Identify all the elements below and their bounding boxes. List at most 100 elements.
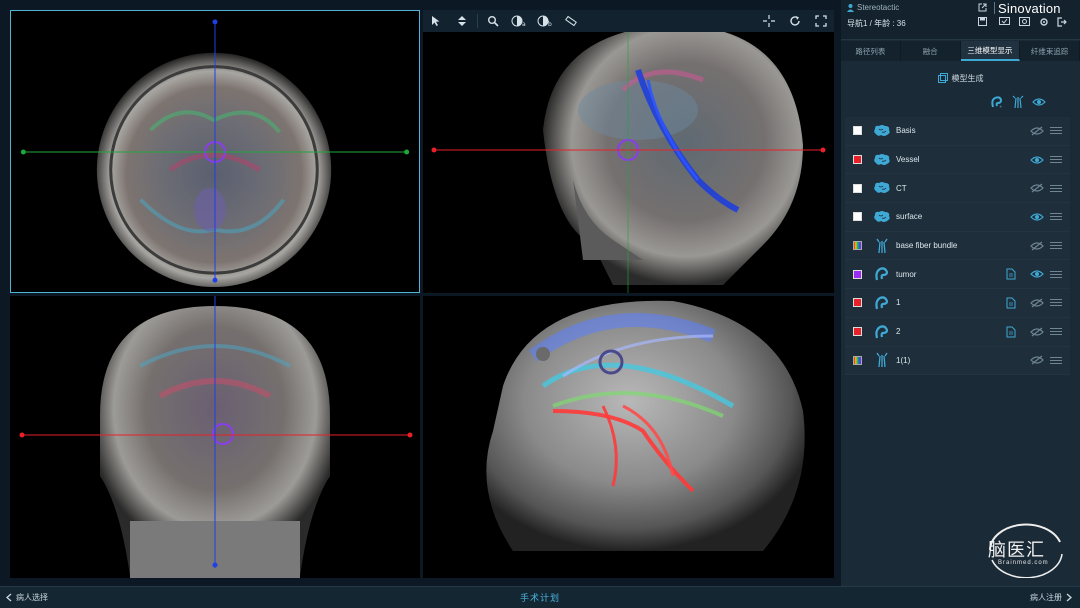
screenshot-icon[interactable] [1019,17,1030,26]
model-color-swatch[interactable] [853,183,862,193]
tab-path-list[interactable]: 路径列表 [841,41,901,61]
fullscreen-icon[interactable] [809,11,833,31]
generate-model-label: 模型生成 [951,73,984,83]
sagittal-image [431,25,826,293]
eye-off-icon[interactable] [1026,183,1048,193]
model-row[interactable]: CT [845,174,1070,204]
model-row[interactable]: 1(1) [845,346,1070,376]
model-row[interactable]: base fiber bundle [845,231,1070,261]
window-level-a-icon[interactable]: a [507,11,531,31]
drag-handle-icon[interactable] [1048,216,1064,218]
save-icon[interactable] [978,17,987,26]
fiber-icon [870,352,894,368]
model-row[interactable]: 2 [845,317,1070,347]
tab-3d-model[interactable]: 三维模型显示 [960,41,1021,61]
bottom-bar: 病人选择 手术计划 病人注册 [0,586,1080,608]
drag-handle-icon[interactable] [1048,359,1064,361]
model-row[interactable]: 1 [845,289,1070,318]
document-icon[interactable] [1004,326,1018,338]
scroll-slice-icon[interactable] [450,11,474,31]
axial-image [20,19,410,288]
model-color-swatch[interactable] [853,212,862,222]
tumor-icon [870,295,894,311]
logout-icon[interactable] [1057,17,1067,27]
user-icon [847,3,854,12]
model-color-swatch[interactable] [853,241,862,251]
viewport-grid: a b [10,10,834,578]
eye-icon[interactable] [1026,269,1048,279]
eye-icon[interactable] [1026,155,1048,165]
eye-off-icon[interactable] [1026,126,1048,136]
model-row[interactable]: Vessel [845,145,1070,175]
zoom-icon[interactable] [481,11,505,31]
model-color-swatch[interactable] [853,126,862,136]
drag-handle-icon[interactable] [1048,245,1064,247]
right-panel: Stereotactic 导航1 / 年龄 : 36 Sinovation 路径… [841,0,1080,586]
panel-tabs: 路径列表 融合 三维模型显示 纤维束追踪 [841,41,1080,61]
tumor-icon [870,266,894,282]
model-name: Basis [896,126,916,136]
render-3d-image [486,300,805,551]
gear-icon[interactable] [1039,17,1049,27]
watermark-title: 脑医汇 [988,540,1045,561]
model-row[interactable]: tumor [845,260,1070,290]
model-list: Basis Vessel CT surface base fiber bundle tum… [841,117,1080,376]
panel-header: Stereotactic 导航1 / 年龄 : 36 Sinovation [841,0,1080,40]
tab-fiber-tracking[interactable]: 纤维束追踪 [1020,41,1080,61]
model-color-swatch[interactable] [853,355,862,365]
brain-icon [870,153,894,167]
brand-logo: Sinovation [998,1,1061,16]
crosshair-icon[interactable] [757,11,781,31]
drag-handle-icon[interactable] [1048,159,1064,161]
ruler-icon[interactable] [559,11,583,31]
tab-fusion[interactable]: 融合 [901,41,961,61]
coronal-viewport[interactable] [10,296,420,578]
brain-icon [870,181,894,195]
axial-viewport[interactable] [10,10,420,293]
model-color-swatch[interactable] [853,155,862,165]
drag-handle-icon[interactable] [1048,273,1064,275]
svg-text:+: + [999,104,1002,109]
pointer-icon[interactable] [424,11,448,31]
model-row[interactable]: surface [845,203,1070,232]
next-step-button[interactable]: 病人注册 [1030,592,1072,603]
watermark-subtitle: Brainmed.com [998,560,1049,566]
model-name: 1 [896,298,901,308]
generate-model-button[interactable]: 模型生成 [855,69,1066,87]
model-name: tumor [896,269,917,279]
eye-off-icon[interactable] [1026,241,1048,251]
window-level-b-icon[interactable]: b [533,11,557,31]
monitor-icon[interactable] [999,17,1010,26]
eye-off-icon[interactable] [1026,327,1048,337]
watermark-logo: 脑医汇 Brainmed.com [982,520,1068,578]
model-color-swatch[interactable] [853,298,862,308]
model-color-swatch[interactable] [853,269,862,279]
show-all-eye-icon[interactable] [1032,97,1046,107]
eye-off-icon[interactable] [1026,355,1048,365]
model-name: base fiber bundle [896,241,958,251]
fiber-icon [870,238,894,254]
patient-info: 导航1 / 年龄 : 36 [847,19,906,28]
drag-handle-icon[interactable] [1048,331,1064,333]
reset-icon[interactable] [783,11,807,31]
model-name: Vessel [896,155,920,165]
document-icon[interactable] [1004,268,1018,280]
drag-handle-icon[interactable] [1048,187,1064,189]
add-tumor-icon[interactable]: + [990,95,1004,109]
tumor-icon [870,324,894,340]
eye-icon[interactable] [1026,212,1048,222]
drag-handle-icon[interactable] [1048,130,1064,132]
export-icon[interactable] [978,3,987,12]
eye-off-icon[interactable] [1026,298,1048,308]
document-icon[interactable] [1004,297,1018,309]
svg-text:b: b [548,21,552,27]
model-row[interactable]: Basis [845,117,1070,146]
render-3d-viewport[interactable] [423,296,834,578]
sagittal-viewport[interactable] [423,10,834,293]
drag-handle-icon[interactable] [1048,302,1064,304]
toolbar-divider [477,14,478,28]
add-fiber-icon[interactable] [1012,95,1024,109]
model-header-icons: + [841,93,1080,111]
model-name: surface [896,212,923,222]
model-color-swatch[interactable] [853,327,862,337]
